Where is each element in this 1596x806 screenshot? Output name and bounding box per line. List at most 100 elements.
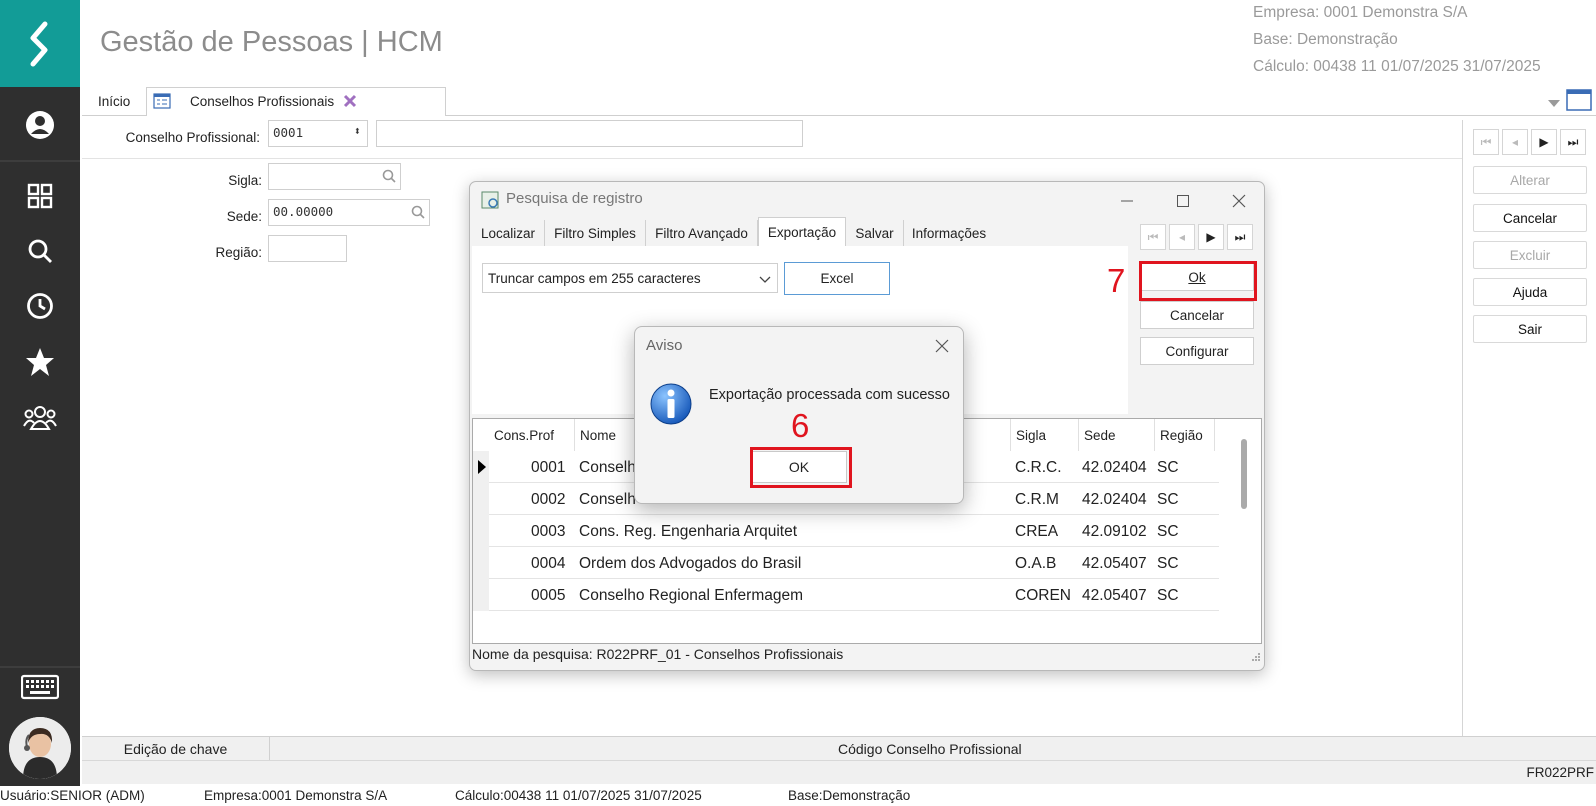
next-record-icon[interactable]: ▶ bbox=[1531, 129, 1557, 155]
cell-sigla: CREA bbox=[1015, 523, 1059, 540]
tab-conselhos-profissionais[interactable]: Conselhos Profissionais bbox=[146, 87, 446, 116]
current-row-icon bbox=[478, 460, 486, 479]
search-icon[interactable] bbox=[20, 231, 60, 271]
app-title: Gestão de Pessoas | HCM bbox=[100, 26, 443, 58]
ajuda-button[interactable]: Ajuda bbox=[1473, 278, 1587, 306]
highlight-aviso-ok bbox=[750, 447, 852, 488]
step-6-label: 6 bbox=[791, 407, 810, 444]
scrollbar-thumb[interactable] bbox=[1241, 439, 1247, 509]
export-select-value: Truncar campos em 255 caracteres bbox=[488, 271, 701, 286]
cell-regiao: SC bbox=[1157, 523, 1179, 540]
tab-localizar[interactable]: Localizar bbox=[472, 220, 545, 246]
search-dialog-title: Pesquisa de registro bbox=[506, 190, 643, 207]
user-status-bar: Usuário:SENIOR (ADM) Empresa:0001 Demons… bbox=[0, 786, 1596, 806]
calculo: Cálculo:00438 11 01/07/2025 31/07/2025 bbox=[455, 788, 702, 803]
prev-record-icon[interactable]: ◂ bbox=[1169, 224, 1195, 250]
star-icon[interactable] bbox=[20, 342, 60, 382]
cell-sede: 42.05407 bbox=[1082, 555, 1147, 572]
step-7-label: 7 bbox=[1107, 262, 1126, 299]
form-icon bbox=[153, 93, 171, 112]
sigla-input[interactable] bbox=[268, 163, 401, 190]
regiao-input[interactable] bbox=[268, 235, 347, 262]
cell-cod: 0002 bbox=[531, 491, 566, 508]
column-header[interactable]: Região bbox=[1155, 419, 1215, 451]
last-record-icon[interactable]: ⏭ bbox=[1227, 224, 1253, 250]
cell-sigla: C.R.C. bbox=[1015, 459, 1062, 476]
conselho-label: Conselho Profissional: bbox=[125, 130, 260, 145]
base: Base:Demonstração bbox=[788, 788, 911, 803]
form-code-bar: FR022PRF bbox=[82, 760, 1596, 784]
empresa: Empresa:0001 Demonstra S/A bbox=[204, 788, 388, 803]
sede-input[interactable]: 00.00000 bbox=[268, 199, 430, 226]
tab-salvar[interactable]: Salvar bbox=[846, 220, 904, 246]
sidebar-divider bbox=[0, 160, 80, 162]
cell-regiao: SC bbox=[1157, 491, 1179, 508]
conselho-input[interactable]: 0001 ⬍ bbox=[268, 120, 368, 147]
search-dialog-icon bbox=[481, 191, 499, 214]
cell-nome: Conselh bbox=[579, 459, 636, 476]
cell-nome: Ordem dos Advogados do Brasil bbox=[579, 555, 802, 572]
cell-sigla: O.A.B bbox=[1015, 555, 1057, 572]
cell-regiao: SC bbox=[1157, 459, 1179, 476]
tab-filtro-simples[interactable]: Filtro Simples bbox=[545, 220, 646, 246]
tab-informacoes[interactable]: Informações bbox=[904, 220, 994, 246]
prev-record-icon[interactable]: ◂ bbox=[1502, 129, 1528, 155]
configurar-button[interactable]: Configurar bbox=[1140, 337, 1254, 365]
assistant-avatar[interactable] bbox=[9, 717, 71, 779]
info-icon bbox=[649, 382, 693, 431]
keyboard-icon[interactable] bbox=[20, 667, 60, 707]
close-tab-icon[interactable] bbox=[343, 94, 357, 111]
tab-exportacao[interactable]: Exportação bbox=[758, 217, 846, 246]
tab-inicio[interactable]: Início bbox=[98, 87, 130, 116]
table-row[interactable]: 0004 Ordem dos Advogados do Brasil O.A.B… bbox=[489, 547, 1219, 579]
left-sidebar bbox=[0, 0, 80, 794]
team-icon[interactable] bbox=[20, 397, 60, 437]
close-icon[interactable] bbox=[935, 339, 949, 358]
spinner-icon[interactable]: ⬍ bbox=[354, 124, 361, 138]
header-calculo: Cálculo: 00438 11 01/07/2025 31/07/2025 bbox=[1253, 58, 1541, 75]
export-options-select[interactable]: Truncar campos em 255 caracteres bbox=[482, 263, 778, 293]
clock-icon[interactable] bbox=[20, 286, 60, 326]
conselho-value: 0001 bbox=[273, 125, 304, 140]
maximize-icon[interactable] bbox=[1170, 188, 1196, 214]
table-row[interactable]: 0003 Cons. Reg. Engenharia Arquitet CREA… bbox=[489, 515, 1219, 547]
form-divider bbox=[82, 158, 1462, 159]
regiao-label: Região: bbox=[215, 245, 262, 260]
minimize-icon[interactable] bbox=[1114, 188, 1140, 214]
search-icon[interactable] bbox=[382, 169, 396, 183]
excluir-button[interactable]: Excluir bbox=[1473, 241, 1587, 269]
table-row[interactable]: 0005 Conselho Regional Enfermagem COREN … bbox=[489, 579, 1219, 611]
window-icon[interactable] bbox=[1566, 89, 1592, 116]
sede-value: 00.00000 bbox=[273, 204, 334, 219]
next-record-icon[interactable]: ▶ bbox=[1198, 224, 1224, 250]
profile-icon[interactable] bbox=[20, 105, 60, 145]
conselho-description-field[interactable] bbox=[376, 120, 803, 147]
last-record-icon[interactable]: ⏭ bbox=[1560, 129, 1586, 155]
sair-button[interactable]: Sair bbox=[1473, 315, 1587, 343]
tab-bar: Início Conselhos Profissionais bbox=[82, 87, 1596, 116]
cancelar-button[interactable]: Cancelar bbox=[1140, 301, 1254, 329]
senior-logo[interactable] bbox=[0, 0, 80, 87]
cell-sede: 42.02404 bbox=[1082, 459, 1147, 476]
column-header[interactable]: Cons.Prof bbox=[489, 419, 575, 451]
close-icon[interactable] bbox=[1226, 188, 1252, 214]
dropdown-arrow-icon[interactable] bbox=[1548, 95, 1560, 113]
tab-filtro-avancado[interactable]: Filtro Avançado bbox=[646, 220, 758, 246]
chevron-down-icon bbox=[759, 272, 771, 287]
first-record-icon[interactable]: ⏮ bbox=[1473, 129, 1499, 155]
first-record-icon[interactable]: ⏮ bbox=[1140, 224, 1166, 250]
cell-nome: Conselho Regional Enfermagem bbox=[579, 587, 804, 604]
row-indicator-column bbox=[473, 451, 489, 611]
excel-button[interactable]: Excel bbox=[784, 262, 890, 295]
cell-regiao: SC bbox=[1157, 555, 1179, 572]
column-header[interactable]: Sede bbox=[1079, 419, 1155, 451]
column-header[interactable]: Sigla bbox=[1011, 419, 1079, 451]
cell-nome: Conselh bbox=[579, 491, 636, 508]
search-status: Nome da pesquisa: R022PRF_01 - Conselhos… bbox=[472, 646, 844, 662]
search-icon[interactable] bbox=[411, 205, 425, 219]
alterar-button[interactable]: Alterar bbox=[1473, 166, 1587, 194]
grid-icon[interactable] bbox=[20, 176, 60, 216]
cell-cod: 0005 bbox=[531, 587, 566, 604]
cancelar-button[interactable]: Cancelar bbox=[1473, 204, 1587, 232]
resize-grip-icon[interactable] bbox=[1251, 649, 1261, 667]
